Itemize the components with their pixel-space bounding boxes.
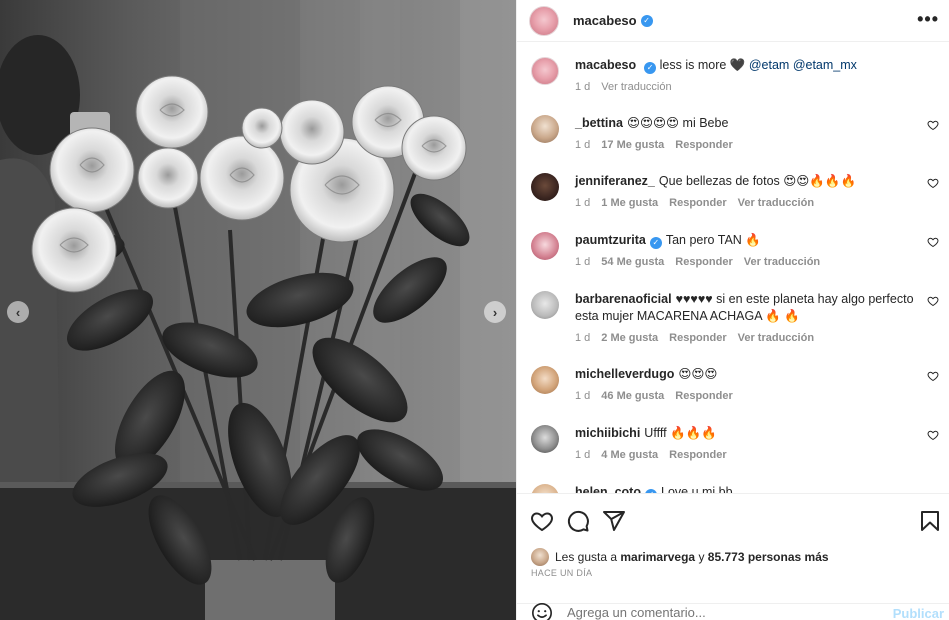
reply-button[interactable]: Responder <box>675 390 732 402</box>
comment-text: Tan pero TAN 🔥 <box>665 233 761 247</box>
comment-likes[interactable]: 17 Me gusta <box>601 139 664 151</box>
comment-time[interactable]: 1 d <box>575 139 590 151</box>
heart-icon[interactable] <box>927 429 939 441</box>
likes-summary: Les gusta a marimarvega y 85.773 persona… <box>531 548 829 566</box>
commenter-avatar[interactable] <box>531 425 559 453</box>
chevron-right-icon: › <box>492 304 498 320</box>
likes-conjunction: y <box>698 550 705 564</box>
comment-text: Uffff 🔥🔥🔥 <box>644 426 717 440</box>
post-side-panel: macabeso ✓ ••• macabeso ✓ less is more 🖤 … <box>516 0 949 620</box>
translate-link[interactable]: Ver traducción <box>738 332 814 344</box>
author-avatar[interactable] <box>531 57 559 85</box>
reply-button[interactable]: Responder <box>669 449 726 461</box>
comments-list[interactable]: macabeso ✓ less is more 🖤 @etam @etam_mx … <box>517 43 949 493</box>
verified-badge-icon: ✓ <box>644 61 657 74</box>
heart-icon[interactable] <box>927 295 939 307</box>
post-actions: Les gusta a marimarvega y 85.773 persona… <box>517 493 949 603</box>
post-header: macabeso ✓ ••• <box>517 0 949 42</box>
comment-text: 😍😍😍😍 mi Bebe <box>626 116 729 130</box>
post-image[interactable]: ‹ › <box>0 0 516 620</box>
more-options-icon[interactable]: ••• <box>917 9 939 30</box>
comment-likes[interactable]: 4 Me gusta <box>601 449 658 461</box>
paper-plane-icon[interactable] <box>602 509 626 533</box>
comment-icon[interactable] <box>566 509 590 533</box>
smiley-icon[interactable] <box>531 602 553 620</box>
translate-link[interactable]: Ver traducción <box>601 81 671 93</box>
comment-time[interactable]: 1 d <box>575 256 590 268</box>
comment-time[interactable]: 1 d <box>575 81 590 93</box>
bookmark-icon[interactable] <box>918 509 942 533</box>
liker-avatar[interactable] <box>531 548 549 566</box>
comment-text: Que bellezas de fotos 😍😍🔥🔥🔥 <box>658 174 857 188</box>
commenter-username[interactable]: helen_coto <box>575 485 641 493</box>
heart-icon[interactable] <box>530 509 554 533</box>
commenter-username[interactable]: michelleverdugo <box>575 367 674 381</box>
commenter-avatar[interactable] <box>531 232 559 260</box>
heart-icon[interactable] <box>927 119 939 131</box>
reply-button[interactable]: Responder <box>675 139 732 151</box>
comment-likes[interactable]: 1 Me gusta <box>601 197 658 209</box>
chevron-left-icon: ‹ <box>15 304 21 320</box>
comment-likes[interactable]: 46 Me gusta <box>601 390 664 402</box>
commenter-avatar[interactable] <box>531 291 559 319</box>
commenter-avatar[interactable] <box>531 173 559 201</box>
commenter-avatar[interactable] <box>531 484 559 493</box>
commenter-username[interactable]: barbarenaoficial <box>575 292 672 306</box>
previous-photo-button[interactable]: ‹ <box>7 301 29 323</box>
commenter-avatar[interactable] <box>531 366 559 394</box>
caption-meta: 1 d Ver traducción <box>575 79 920 96</box>
mention-link[interactable]: @etam <box>749 58 789 72</box>
liker-username[interactable]: marimarvega <box>620 550 695 564</box>
commenter-avatar[interactable] <box>531 115 559 143</box>
reply-button[interactable]: Responder <box>669 197 726 209</box>
comment-time[interactable]: 1 d <box>575 197 590 209</box>
comment-likes[interactable]: 2 Me gusta <box>601 332 658 344</box>
comment-time[interactable]: 1 d <box>575 390 590 402</box>
reply-button[interactable]: Responder <box>669 332 726 344</box>
caption-username[interactable]: macabeso <box>575 58 636 72</box>
reply-button[interactable]: Responder <box>675 256 732 268</box>
heart-icon[interactable] <box>927 177 939 189</box>
caption-text: less is more 🖤 <box>659 58 746 72</box>
heart-icon[interactable] <box>927 370 939 382</box>
likes-prefix: Les gusta a <box>555 550 618 564</box>
translate-link[interactable]: Ver traducción <box>744 256 820 268</box>
verified-badge-icon: ✓ <box>640 14 653 27</box>
roses-photo <box>0 0 516 620</box>
author-username[interactable]: macabeso <box>573 13 637 28</box>
commenter-username[interactable]: _bettina <box>575 116 623 130</box>
commenter-username[interactable]: jenniferanez_ <box>575 174 655 188</box>
verified-badge-icon: ✓ <box>649 236 662 249</box>
likes-count[interactable]: 85.773 personas más <box>708 550 829 564</box>
comment-text: Love u mi bb <box>661 485 733 493</box>
comment-time[interactable]: 1 d <box>575 332 590 344</box>
comment-likes[interactable]: 54 Me gusta <box>601 256 664 268</box>
post-date[interactable]: HACE UN DÍA <box>531 568 592 578</box>
mention-link[interactable]: @etam_mx <box>793 58 857 72</box>
comment-composer: Publicar <box>517 603 949 620</box>
commenter-username[interactable]: paumtzurita <box>575 233 646 247</box>
comment-time[interactable]: 1 d <box>575 449 590 461</box>
author-avatar[interactable] <box>529 5 559 36</box>
translate-link[interactable]: Ver traducción <box>738 197 814 209</box>
comment-text: 😍😍😍 <box>678 367 718 381</box>
comment-input[interactable] <box>567 605 867 620</box>
publish-button[interactable]: Publicar <box>893 606 944 620</box>
commenter-username[interactable]: michiibichi <box>575 426 640 440</box>
heart-icon[interactable] <box>927 236 939 248</box>
next-photo-button[interactable]: › <box>484 301 506 323</box>
post-viewer: ‹ › macabeso ✓ ••• macabeso ✓ less is mor… <box>0 0 949 620</box>
